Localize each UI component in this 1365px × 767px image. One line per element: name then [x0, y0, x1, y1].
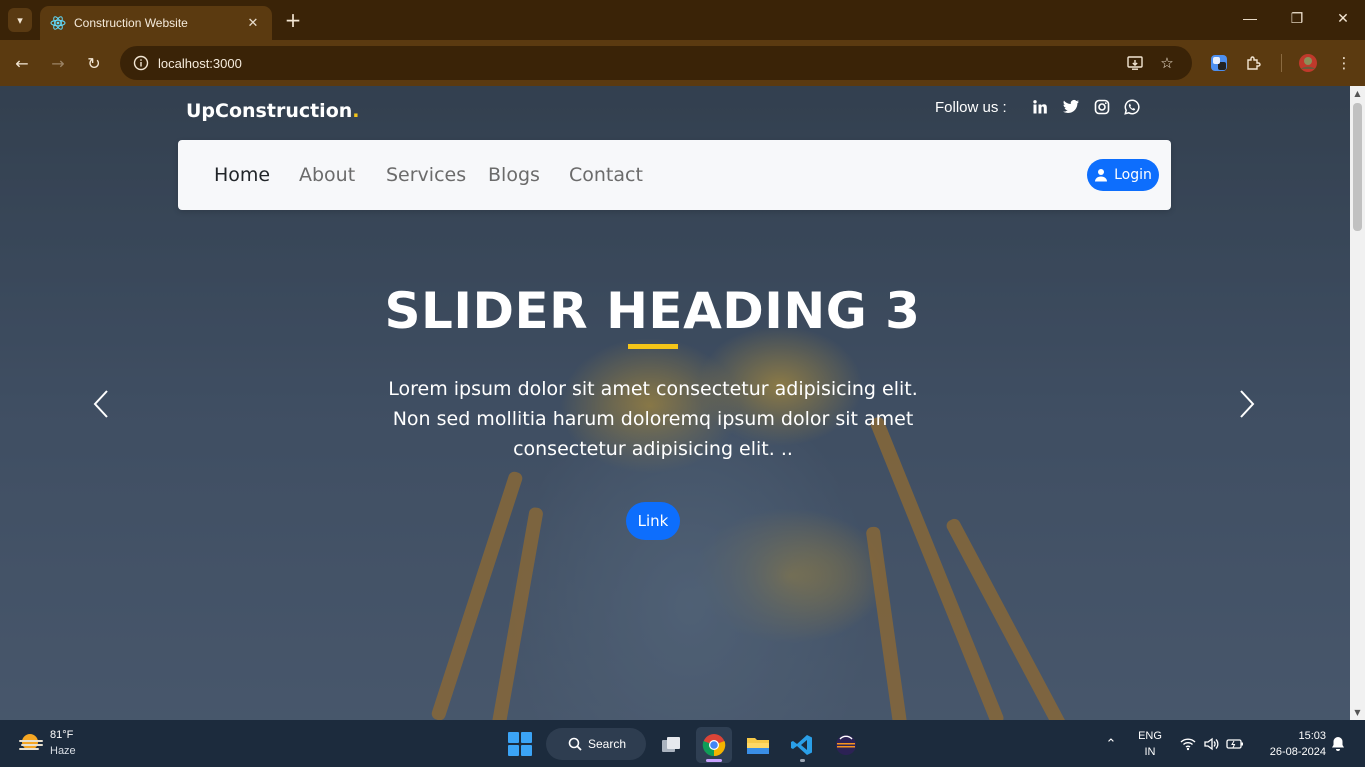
- browser-menu-icon[interactable]: ⋮: [1333, 52, 1355, 74]
- browser-tab[interactable]: Construction Website ✕: [40, 6, 272, 40]
- whatsapp-icon[interactable]: [1123, 98, 1141, 116]
- tab-close-icon[interactable]: ✕: [244, 16, 262, 31]
- scroll-down-arrow-icon[interactable]: ▼: [1350, 705, 1365, 720]
- new-tab-button[interactable]: +: [282, 9, 304, 31]
- taskbar-search[interactable]: Search: [546, 728, 646, 760]
- page-viewport: UpConstruction. Follow us : Home About S…: [0, 86, 1350, 720]
- windows-taskbar: 81°F Haze Search ⌃ ENG IN 15:03 26-08-20…: [0, 720, 1365, 767]
- weather-haze-icon[interactable]: [18, 732, 44, 754]
- language-region: IN: [1144, 746, 1156, 758]
- running-app-indicator: [800, 759, 805, 762]
- slider-prev-button[interactable]: [86, 386, 116, 422]
- minimize-button[interactable]: —: [1240, 10, 1260, 26]
- search-label: Search: [588, 737, 627, 751]
- slider-description: Lorem ipsum dolor sit amet consectetur a…: [388, 378, 918, 460]
- nav-link-about[interactable]: About: [299, 164, 355, 186]
- reload-button[interactable]: ↻: [84, 53, 104, 73]
- bookmark-star-icon[interactable]: ☆: [1158, 54, 1176, 72]
- close-window-button[interactable]: ✕: [1333, 10, 1353, 27]
- arrow-left-icon: ←: [15, 53, 29, 73]
- clock-date: 26-08-2024: [1269, 746, 1326, 758]
- browser-toolbar: ← → ↻ localhost:3000 ☆ ⋮: [0, 40, 1365, 86]
- volume-icon[interactable]: [1202, 735, 1220, 753]
- scroll-thumb[interactable]: [1353, 103, 1362, 231]
- follow-us-label: Follow us :: [935, 99, 1007, 116]
- reload-icon: ↻: [87, 53, 101, 73]
- back-button[interactable]: ←: [12, 53, 32, 73]
- slider-link-button[interactable]: Link: [626, 502, 680, 540]
- nav-link-blogs[interactable]: Blogs: [488, 164, 540, 186]
- profile-avatar[interactable]: [1297, 52, 1319, 74]
- chevron-left-icon: [93, 390, 108, 418]
- browser-tab-bar: ▾ Construction Website ✕ + — ❐ ✕: [0, 0, 1365, 40]
- slider-next-button[interactable]: [1232, 386, 1262, 422]
- twitter-icon[interactable]: [1062, 98, 1080, 116]
- address-bar[interactable]: localhost:3000 ☆: [120, 46, 1192, 80]
- nav-link-home[interactable]: Home: [214, 164, 270, 186]
- chevron-down-icon: ▾: [17, 13, 23, 27]
- page-scrollbar[interactable]: ▲ ▼: [1350, 86, 1365, 720]
- chevron-right-icon: [1240, 390, 1255, 418]
- restore-button[interactable]: ❐: [1287, 10, 1307, 27]
- linkedin-icon[interactable]: [1031, 98, 1049, 116]
- slider-heading: SLIDER HEADING 3: [384, 282, 921, 340]
- react-favicon-icon: [50, 15, 66, 31]
- login-label: Login: [1114, 167, 1152, 183]
- file-explorer-icon[interactable]: [740, 727, 776, 763]
- copilot-extension-icon[interactable]: [1208, 52, 1230, 74]
- eclipse-icon[interactable]: [828, 727, 864, 763]
- login-button[interactable]: Login: [1087, 159, 1159, 191]
- instagram-icon[interactable]: [1093, 98, 1111, 116]
- active-app-indicator: [706, 759, 722, 762]
- show-hidden-icons-chevron-up-icon[interactable]: ⌃: [1102, 735, 1120, 753]
- clock-time[interactable]: 15:03: [1258, 730, 1326, 742]
- weather-description: Haze: [50, 745, 76, 757]
- extensions-puzzle-icon[interactable]: [1243, 52, 1265, 74]
- brand-text: UpConstruction: [186, 100, 353, 122]
- vscode-icon[interactable]: [784, 727, 820, 763]
- user-icon: [1095, 169, 1108, 182]
- nav-link-contact[interactable]: Contact: [569, 164, 643, 186]
- weather-temperature: 81°F: [50, 729, 74, 741]
- site-info-icon[interactable]: [124, 55, 158, 71]
- arrow-right-icon: →: [51, 53, 65, 73]
- wifi-icon[interactable]: [1179, 735, 1197, 753]
- url-text: localhost:3000: [158, 55, 242, 71]
- task-view-icon[interactable]: [653, 727, 689, 763]
- scroll-up-arrow-icon[interactable]: ▲: [1350, 86, 1365, 101]
- windows-start-icon[interactable]: [508, 732, 532, 756]
- heading-underline: [628, 344, 678, 349]
- tab-title: Construction Website: [74, 16, 188, 30]
- notification-bell-icon[interactable]: [1329, 735, 1347, 753]
- chrome-taskbar-icon[interactable]: [696, 727, 732, 763]
- language-indicator[interactable]: ENG: [1136, 730, 1164, 742]
- brand-dot: .: [352, 100, 360, 122]
- site-logo[interactable]: UpConstruction.: [186, 100, 360, 122]
- search-icon: [568, 737, 582, 751]
- toolbar-separator: [1281, 54, 1282, 72]
- tab-search-button[interactable]: ▾: [8, 8, 32, 32]
- battery-icon[interactable]: [1226, 735, 1244, 753]
- nav-link-services[interactable]: Services: [386, 164, 466, 186]
- main-navbar: Home About Services Blogs Contact Login: [178, 140, 1171, 210]
- forward-button[interactable]: →: [48, 53, 68, 73]
- install-app-icon[interactable]: [1126, 54, 1144, 72]
